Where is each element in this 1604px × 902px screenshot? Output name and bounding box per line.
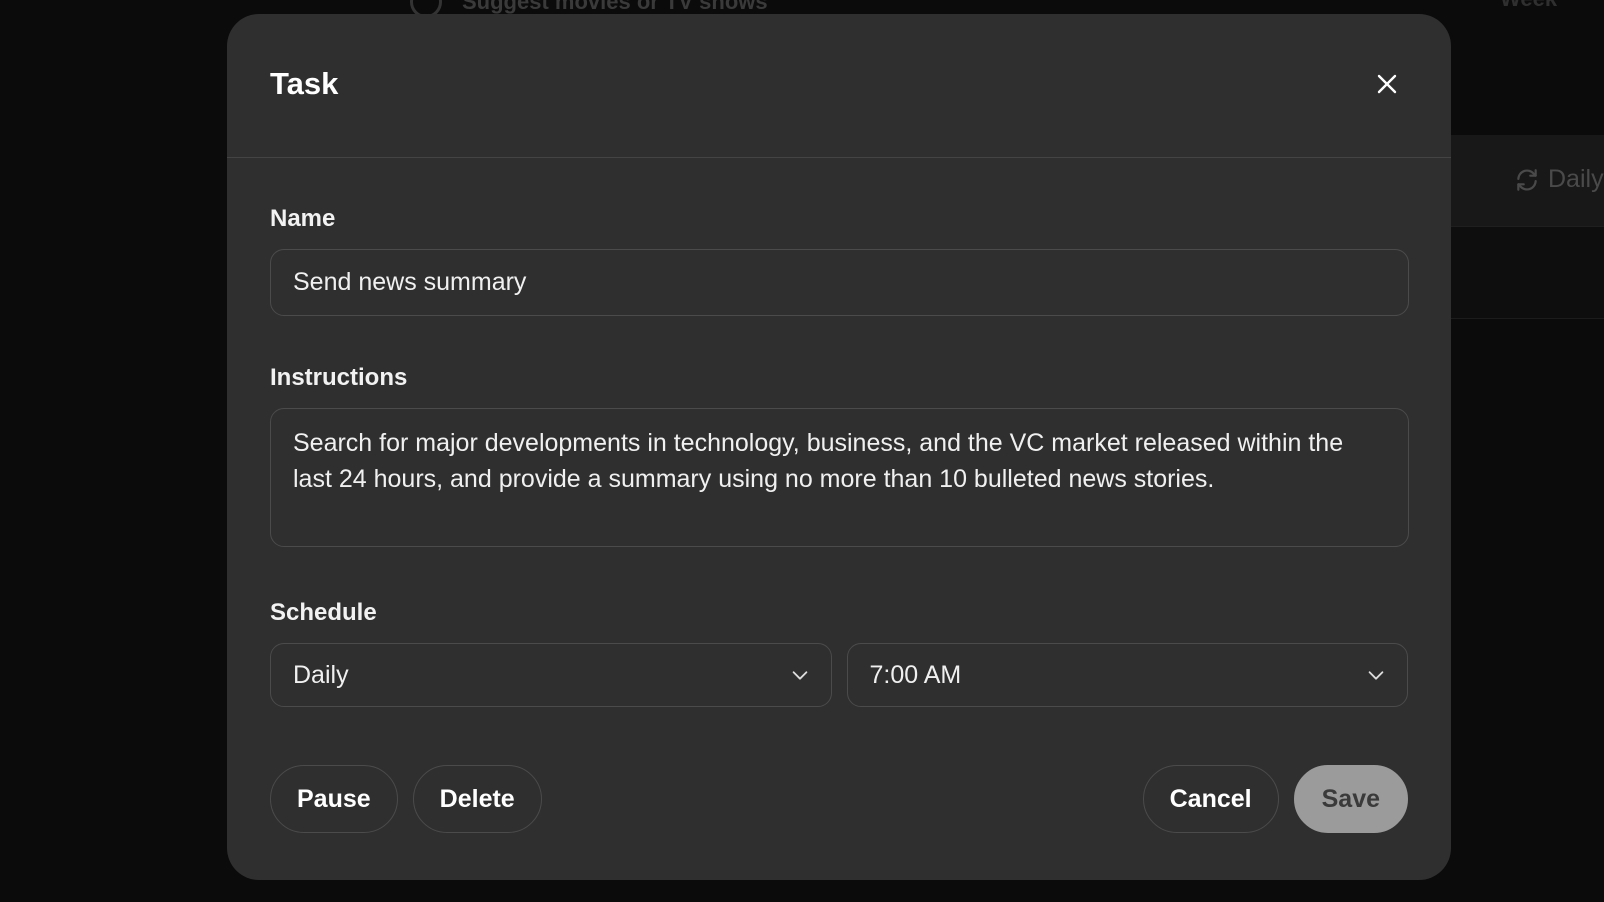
save-button[interactable]: Save [1293,765,1408,833]
close-button[interactable] [1365,62,1409,106]
frequency-select[interactable]: Daily [270,643,832,707]
right-actions: Cancel Save [1142,765,1408,833]
delete-button[interactable]: Delete [412,765,542,833]
dialog-title: Task [270,65,339,101]
background-task-title: Suggest movies or TV shows [462,0,768,14]
instructions-textarea[interactable]: Search for major developments in technol… [270,408,1409,547]
background-schedule-text: Week [1500,0,1557,12]
schedule-row: Daily 7:00 AM [270,643,1408,707]
instructions-label: Instructions [270,364,408,391]
dialog-header: Task [227,14,1451,158]
time-select[interactable]: 7:00 AM [846,643,1408,707]
left-actions: Pause Delete [270,765,542,833]
repeat-icon [1517,168,1537,191]
chevron-down-icon [792,671,807,680]
chevron-down-icon [1368,671,1384,680]
time-value: 7:00 AM [869,660,962,689]
task-dialog: Task Name Instructions Search for major … [227,14,1451,880]
background-schedule-badge: Daily [1514,165,1604,194]
dialog-body: Name Instructions Search for major devel… [227,205,1451,833]
background-schedule-label: Week [1500,0,1557,12]
name-input[interactable] [270,249,1409,316]
background-badge-text: Daily [1548,165,1604,193]
dialog-actions: Pause Delete Cancel Save [270,765,1408,833]
schedule-label: Schedule [270,599,377,626]
pause-button[interactable]: Pause [270,765,398,833]
cancel-button[interactable]: Cancel [1142,765,1279,833]
close-icon [1377,74,1397,93]
name-label: Name [270,205,336,232]
frequency-value: Daily [293,660,349,689]
